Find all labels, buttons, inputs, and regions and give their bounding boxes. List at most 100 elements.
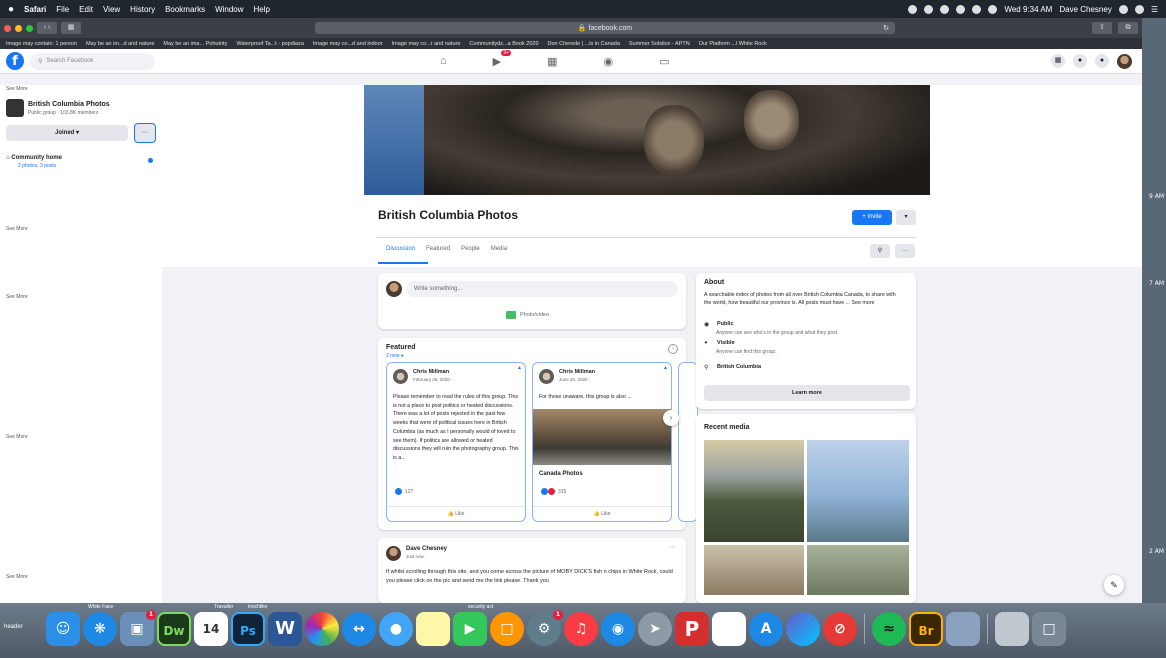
menu-safari[interactable]: Safari [24, 5, 46, 14]
menu-grid-icon[interactable]: ▦ [1051, 54, 1065, 68]
photos-icon[interactable] [305, 612, 339, 646]
airplay-icon[interactable] [940, 4, 950, 14]
bookmark-item[interactable]: Don Cherede | ...ls in Canada [548, 41, 620, 47]
user-name[interactable]: Dave Chesney [1059, 5, 1111, 14]
featured-card[interactable]: ▲ Chris Millman February 26, 2020 · Plea… [386, 362, 526, 522]
spotlight-icon[interactable] [1118, 4, 1128, 14]
bookmark-item[interactable]: Our Platform ...l White Rock [699, 41, 767, 47]
control-center-icon[interactable]: ☰ [1151, 5, 1158, 14]
facetime-icon[interactable]: ▶ [453, 612, 487, 646]
search-input[interactable]: ⚲ Search Facebook [30, 52, 155, 70]
timemachine-icon[interactable] [924, 4, 934, 14]
tabs-overview-icon[interactable]: ⧉ [1118, 22, 1138, 34]
like-button[interactable]: 👍 Like [533, 506, 671, 517]
messenger-icon[interactable]: ● [1073, 54, 1087, 68]
notes-icon[interactable] [416, 612, 450, 646]
chevron-down-icon[interactable]: ▾ [896, 210, 916, 225]
menu-history[interactable]: History [130, 5, 155, 14]
menu-help[interactable]: Help [254, 5, 270, 14]
like-button[interactable]: 👍 Like [387, 506, 525, 517]
bookmark-item[interactable]: Communitydz...a Book 2020 [469, 41, 538, 47]
author-name[interactable]: Chris Millman [559, 369, 595, 375]
sidebar-toggle-icon[interactable]: ▦ [61, 22, 81, 34]
group-name[interactable]: British Columbia Photos [28, 101, 110, 108]
system-preferences-icon[interactable]: ⚙ 1 [527, 610, 563, 646]
menu-file[interactable]: File [56, 5, 69, 14]
see-more-link[interactable]: See More [6, 574, 28, 580]
joined-button[interactable]: Joined ▾ [6, 125, 128, 141]
bookmark-item[interactable]: May be an im...d and nature [86, 41, 154, 47]
see-more-link[interactable]: See More [6, 434, 28, 440]
trash-icon[interactable]: □ [1032, 612, 1066, 646]
photoshop-icon[interactable]: Ps [231, 612, 265, 646]
app-store-icon[interactable]: ◉ [601, 612, 635, 646]
bookmark-item[interactable]: May be an ima... Pohutnty [163, 41, 227, 47]
preview-icon[interactable]: ▣ 1 [120, 610, 156, 646]
powerpoint-icon[interactable]: P [675, 612, 709, 646]
menu-bookmarks[interactable]: Bookmarks [165, 5, 205, 14]
write-something-input[interactable]: Write something... [406, 281, 678, 297]
author-name[interactable]: Chris Millman [413, 369, 449, 375]
menu-edit[interactable]: Edit [79, 5, 93, 14]
featured-card-partial[interactable] [678, 362, 698, 522]
chevron-right-icon[interactable]: › [663, 410, 679, 426]
launchpad-icon[interactable]: ➤ [638, 612, 672, 646]
teamviewer-icon[interactable]: ↔ [342, 612, 376, 646]
marketplace-icon[interactable]: ▦ [547, 55, 557, 68]
status-icon[interactable] [908, 4, 918, 14]
group-search-icon[interactable]: ⚲ [870, 244, 890, 258]
bookmark-item[interactable]: Image may co...r and nature [392, 41, 461, 47]
community-home-link[interactable]: ⌂ Community home [6, 155, 62, 161]
books-icon[interactable]: □ [490, 612, 524, 646]
post-image[interactable] [533, 409, 671, 465]
group-more-icon[interactable]: ··· [895, 244, 915, 258]
siri-icon[interactable] [786, 612, 820, 646]
post-options-icon[interactable]: ··· [669, 544, 676, 551]
word-icon[interactable]: W [268, 612, 302, 646]
music-icon[interactable]: ♫ [564, 612, 598, 646]
news-icon[interactable]: ⊘ [823, 612, 857, 646]
gaming-icon[interactable]: ▭ [659, 55, 669, 68]
media-thumbnail[interactable] [704, 440, 804, 542]
menu-window[interactable]: Window [215, 5, 243, 14]
desktop-file-label[interactable]: header [4, 624, 23, 630]
media-thumbnail[interactable] [807, 440, 909, 542]
bookmark-item[interactable]: Waterproof Ta...t - popdiaza [236, 41, 304, 47]
tab-discussion[interactable]: Discussion [386, 246, 415, 252]
back-forward-button[interactable]: ‹ › [37, 22, 57, 34]
new-message-icon[interactable]: ✎ [1104, 575, 1124, 595]
home-icon[interactable]: ⌂ [440, 55, 447, 68]
reminders-icon[interactable] [712, 612, 746, 646]
tab-featured[interactable]: Featured [426, 246, 450, 252]
link-caption[interactable]: Canada Photos [539, 471, 583, 477]
media-thumbnail[interactable] [807, 545, 909, 595]
clock[interactable]: Wed 9:34 AM [1004, 5, 1052, 14]
see-more-link[interactable]: See More [6, 294, 28, 300]
share-icon[interactable]: ⇧ [1092, 22, 1112, 34]
zoom-window-icon[interactable] [26, 24, 33, 32]
close-window-icon[interactable] [4, 24, 11, 32]
wifi-icon[interactable] [972, 4, 982, 14]
facebook-logo[interactable]: f [6, 52, 24, 70]
address-bar[interactable]: 🔒 facebook.com ↻ [315, 22, 895, 34]
tab-media[interactable]: Media [491, 246, 507, 252]
group-thumbnail[interactable] [6, 99, 24, 117]
cover-photo[interactable] [364, 85, 930, 195]
siri-icon[interactable] [1134, 4, 1144, 14]
featured-new-count[interactable]: 2 new ● [386, 353, 404, 359]
notifications-icon[interactable]: ● [1095, 54, 1109, 68]
finder-icon[interactable]: ☺ [46, 612, 80, 646]
account-avatar[interactable] [1117, 53, 1132, 69]
bookmark-item[interactable]: Image may contain: 1 person [6, 41, 77, 47]
invite-button[interactable]: + Invite [852, 210, 892, 225]
bluetooth-icon[interactable] [956, 4, 966, 14]
photo-video-button[interactable]: Photo/video [506, 311, 549, 319]
watch-icon[interactable]: ▶ 9+ [493, 49, 512, 68]
groups-icon[interactable]: ◉ [604, 55, 614, 68]
image-capture-icon[interactable] [946, 612, 980, 646]
location-label[interactable]: British Columbia [717, 364, 761, 371]
media-thumbnail[interactable] [704, 545, 804, 595]
info-icon[interactable]: i [668, 344, 678, 354]
dreamweaver-icon[interactable]: Dw [157, 612, 191, 646]
menu-view[interactable]: View [103, 5, 120, 14]
